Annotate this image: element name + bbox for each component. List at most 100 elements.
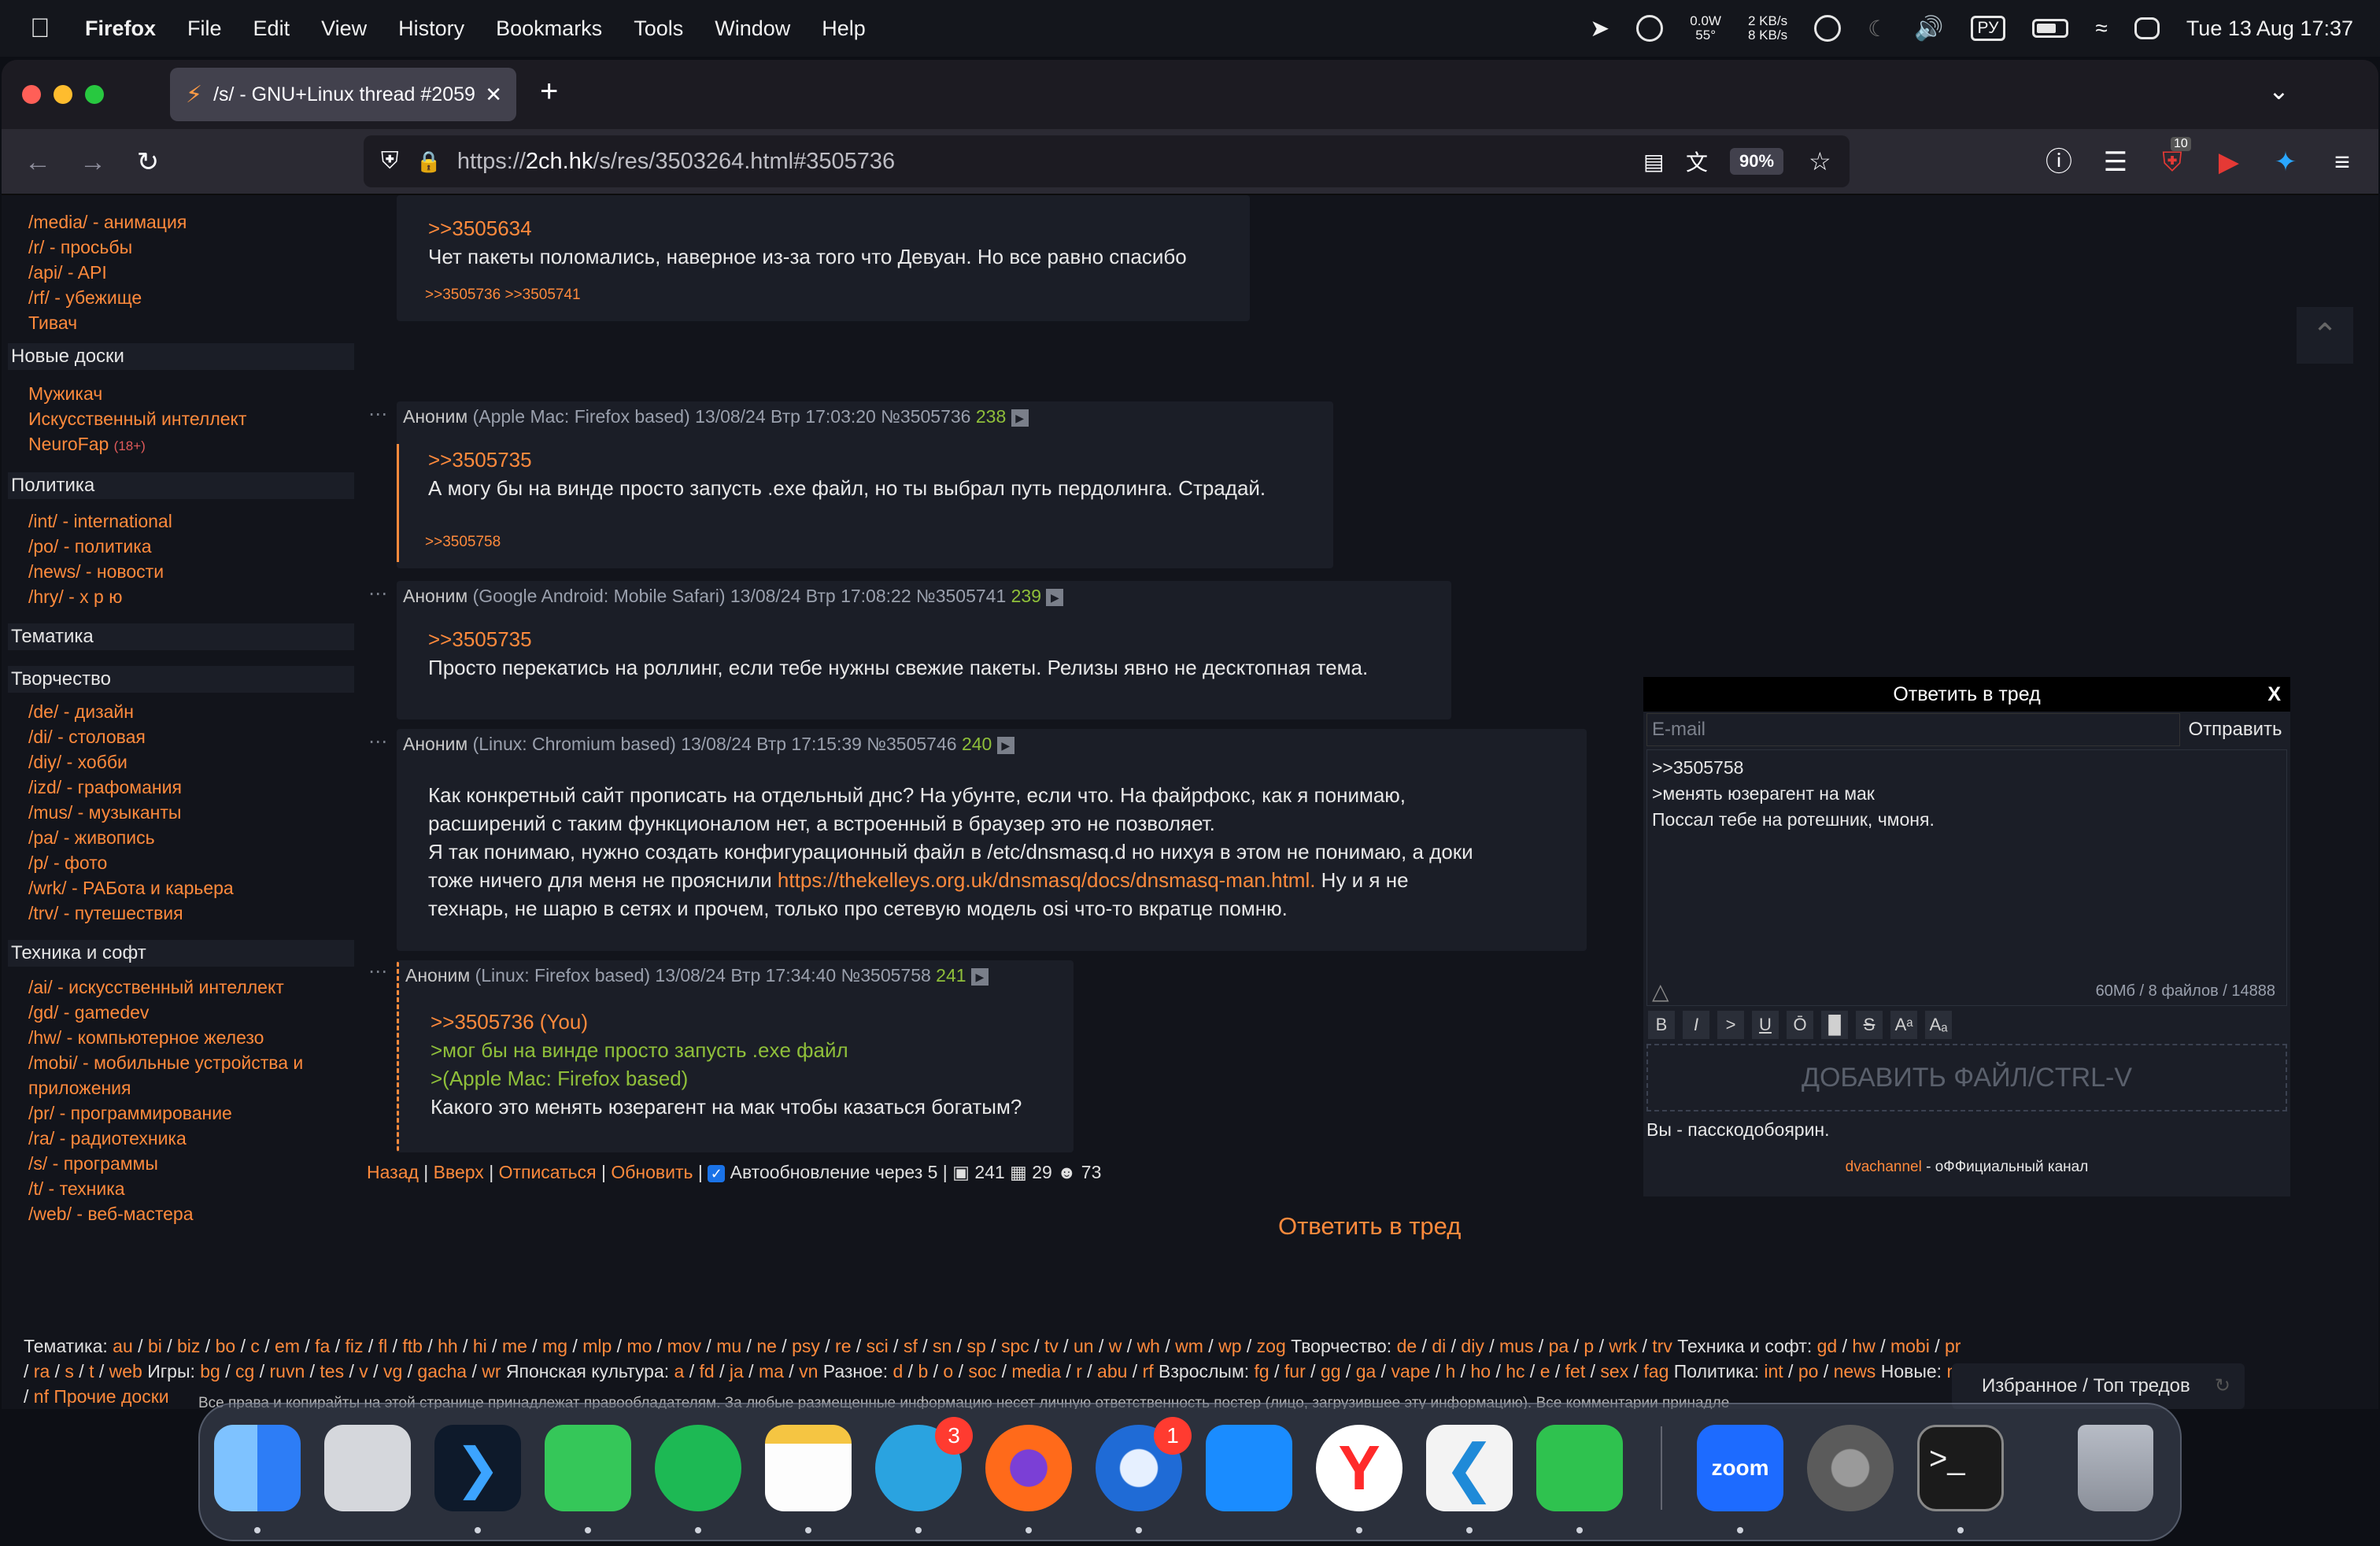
firefox-icon[interactable] (985, 1425, 1072, 1511)
format-overline-button[interactable]: Ō (1787, 1011, 1813, 1039)
footer-board-link[interactable]: tes (320, 1361, 344, 1381)
sidebar-link-neurofap[interactable]: NeuroFap (18+) (28, 431, 146, 459)
refresh-spinner-icon[interactable]: ↻ (2215, 1363, 2230, 1409)
footer-board-link[interactable]: ma (759, 1361, 784, 1381)
footer-board-link[interactable]: pa (1549, 1336, 1569, 1356)
zoom-level[interactable]: 90% (1730, 148, 1784, 175)
battery-icon[interactable] (2032, 19, 2069, 38)
footer-board-link[interactable]: cg (235, 1361, 254, 1381)
list-all-tabs-chevron-icon[interactable]: ⌄ (2268, 76, 2289, 105)
vscode-icon[interactable]: ❮ (1426, 1425, 1513, 1511)
footer-board-link[interactable]: mg (542, 1336, 567, 1356)
footer-board-link[interactable]: vn (799, 1361, 818, 1381)
footer-board-link[interactable]: d (893, 1361, 903, 1381)
format-spoiler-button[interactable]: █ (1821, 1011, 1848, 1039)
app-menu-hamburger-icon[interactable]: ≡ (2325, 145, 2360, 179)
format-bold-button[interactable]: B (1648, 1011, 1675, 1039)
footer-board-link[interactable]: wm (1175, 1336, 1203, 1356)
minimize-window-button[interactable] (54, 85, 72, 104)
tab-active[interactable]: ⚡ /s/ - GNU+Linux thread #2059 ✕ (170, 68, 516, 121)
shortcuts-arrow-icon[interactable]: ❯ (434, 1425, 521, 1511)
footer-board-link[interactable]: int (1764, 1361, 1783, 1381)
reply-textarea[interactable]: >>3505758 >менять юзерагент на мак Посса… (1646, 749, 2287, 1006)
info-ext-icon[interactable]: ⓘ (2042, 145, 2076, 179)
xcode-appstore-icon[interactable] (1206, 1425, 1292, 1511)
captcha-icon[interactable]: △ (1652, 978, 1669, 1004)
sidebar-head-tech[interactable]: Техника и софт (8, 940, 354, 967)
sidebar-link-pa[interactable]: /pa/ - живопись (28, 825, 155, 850)
post-reply-link[interactable]: >>3505634 (428, 214, 1187, 242)
menubar-clock[interactable]: Tue 13 Aug 17:37 (2186, 17, 2353, 41)
post-menu-dots-icon[interactable]: ⋯ (368, 403, 387, 426)
footer-board-link[interactable]: au (113, 1336, 133, 1356)
footer-board-link[interactable]: ga (1356, 1361, 1377, 1381)
volume-icon[interactable]: 🔊 (1914, 15, 1943, 43)
autoupdate-checkbox[interactable]: ✓ (708, 1164, 726, 1182)
dnsmasq-docs-link[interactable]: https://thekelleys.org.uk/dnsmasq/docs/d… (778, 868, 1316, 892)
menu-app-firefox[interactable]: Firefox (85, 17, 156, 41)
media-play-icon[interactable] (1814, 15, 1842, 42)
footer-board-link[interactable]: gacha (417, 1361, 467, 1381)
footer-board-link[interactable]: news (1834, 1361, 1876, 1381)
footer-board-link[interactable]: wr (482, 1361, 501, 1381)
post-reply-link[interactable]: >>3505736 (You) (431, 1008, 1022, 1036)
format-italic-button[interactable]: I (1683, 1011, 1709, 1039)
footer-board-link[interactable]: bo (216, 1336, 236, 1356)
footer-board-link[interactable]: sci (867, 1336, 889, 1356)
footer-board-link[interactable]: nf (34, 1386, 49, 1407)
moon-icon[interactable]: ☾ (1868, 16, 1887, 42)
sidebar-link-hry[interactable]: /hry/ - х р ю (28, 584, 123, 609)
sidebar-link-man[interactable]: Мужикач (28, 381, 102, 406)
trash-icon[interactable] (2078, 1425, 2153, 1511)
footer-board-link[interactable]: trv (1652, 1336, 1672, 1356)
menu-view[interactable]: View (321, 17, 367, 41)
footer-board-link[interactable]: mlp (582, 1336, 612, 1356)
footer-board-link[interactable]: fd (700, 1361, 715, 1381)
footer-board-link[interactable]: sex (1600, 1361, 1628, 1381)
footer-board-link[interactable]: ruvn (270, 1361, 305, 1381)
format-underline-button[interactable]: U (1752, 1011, 1779, 1039)
footer-board-link[interactable]: mo (626, 1336, 652, 1356)
sidebar-link-p[interactable]: /p/ - фото (28, 850, 107, 875)
footer-board-link[interactable]: gd (1817, 1336, 1838, 1356)
sidebar-link-s[interactable]: /s/ - программы (28, 1151, 158, 1176)
facetime-icon[interactable] (1536, 1425, 1623, 1511)
sync-status-icon[interactable] (1636, 15, 1664, 42)
format-sup-button[interactable]: Aᵃ (1890, 1011, 1917, 1039)
post-menu-dots-icon[interactable]: ⋯ (368, 960, 387, 983)
post-backrefs[interactable]: >>3505758 (425, 534, 501, 551)
sidebar-link-ra[interactable]: /ra/ - радиотехника (28, 1126, 187, 1151)
sidebar-link-mobi[interactable]: /mobi/ - мобильные устройства и (28, 1050, 303, 1075)
lock-icon[interactable]: 🔒 (416, 150, 442, 174)
input-language[interactable]: РУ (1970, 16, 2006, 41)
zoom-window-button[interactable] (85, 85, 104, 104)
reply-to-thread-link[interactable]: Ответить в тред (1278, 1212, 1461, 1241)
format-quote-button[interactable]: > (1717, 1011, 1744, 1039)
footer-board-link[interactable]: fg (1255, 1361, 1269, 1381)
system-settings-icon[interactable] (1807, 1425, 1894, 1511)
footer-board-link[interactable]: a (674, 1361, 685, 1381)
sidebar-link-diy[interactable]: /diy/ - хобби (28, 749, 128, 775)
reload-icon[interactable]: ↻ (131, 145, 165, 179)
footer-board-link[interactable]: de (1397, 1336, 1417, 1356)
send-button[interactable]: Отправить (2183, 713, 2287, 746)
footer-board-link[interactable]: w (1109, 1336, 1122, 1356)
sidebar-link-izd[interactable]: /izd/ - графомания (28, 775, 182, 800)
footer-board-link[interactable]: mobi (1890, 1336, 1930, 1356)
sidebar-link-mobi-cont[interactable]: приложения (28, 1075, 131, 1100)
footer-board-link[interactable]: fl (379, 1336, 388, 1356)
post-backrefs[interactable]: >>3505736 >>3505741 (425, 287, 581, 304)
menu-bookmarks[interactable]: Bookmarks (496, 17, 602, 41)
footer-board-link[interactable]: abu (1097, 1361, 1127, 1381)
sidebar-link-web[interactable]: /web/ - веб-мастера (28, 1201, 194, 1226)
file-drop-zone[interactable]: ДОБАВИТЬ ФАЙЛ/CTRL-V (1646, 1044, 2287, 1111)
messages-icon[interactable] (545, 1425, 631, 1511)
menu-tools[interactable]: Tools (634, 17, 683, 41)
sidebar-head-thematic[interactable]: Тематика (8, 623, 354, 650)
footer-board-link[interactable]: hh (438, 1336, 458, 1356)
terminal-icon[interactable]: >_ (1917, 1425, 2004, 1511)
footer-board-link[interactable]: b (918, 1361, 928, 1381)
favorites-tab[interactable]: Избранное (1982, 1375, 2078, 1396)
footer-board-link[interactable]: zog (1257, 1336, 1286, 1356)
sidebar-link-gd[interactable]: /gd/ - gamedev (28, 1000, 149, 1025)
